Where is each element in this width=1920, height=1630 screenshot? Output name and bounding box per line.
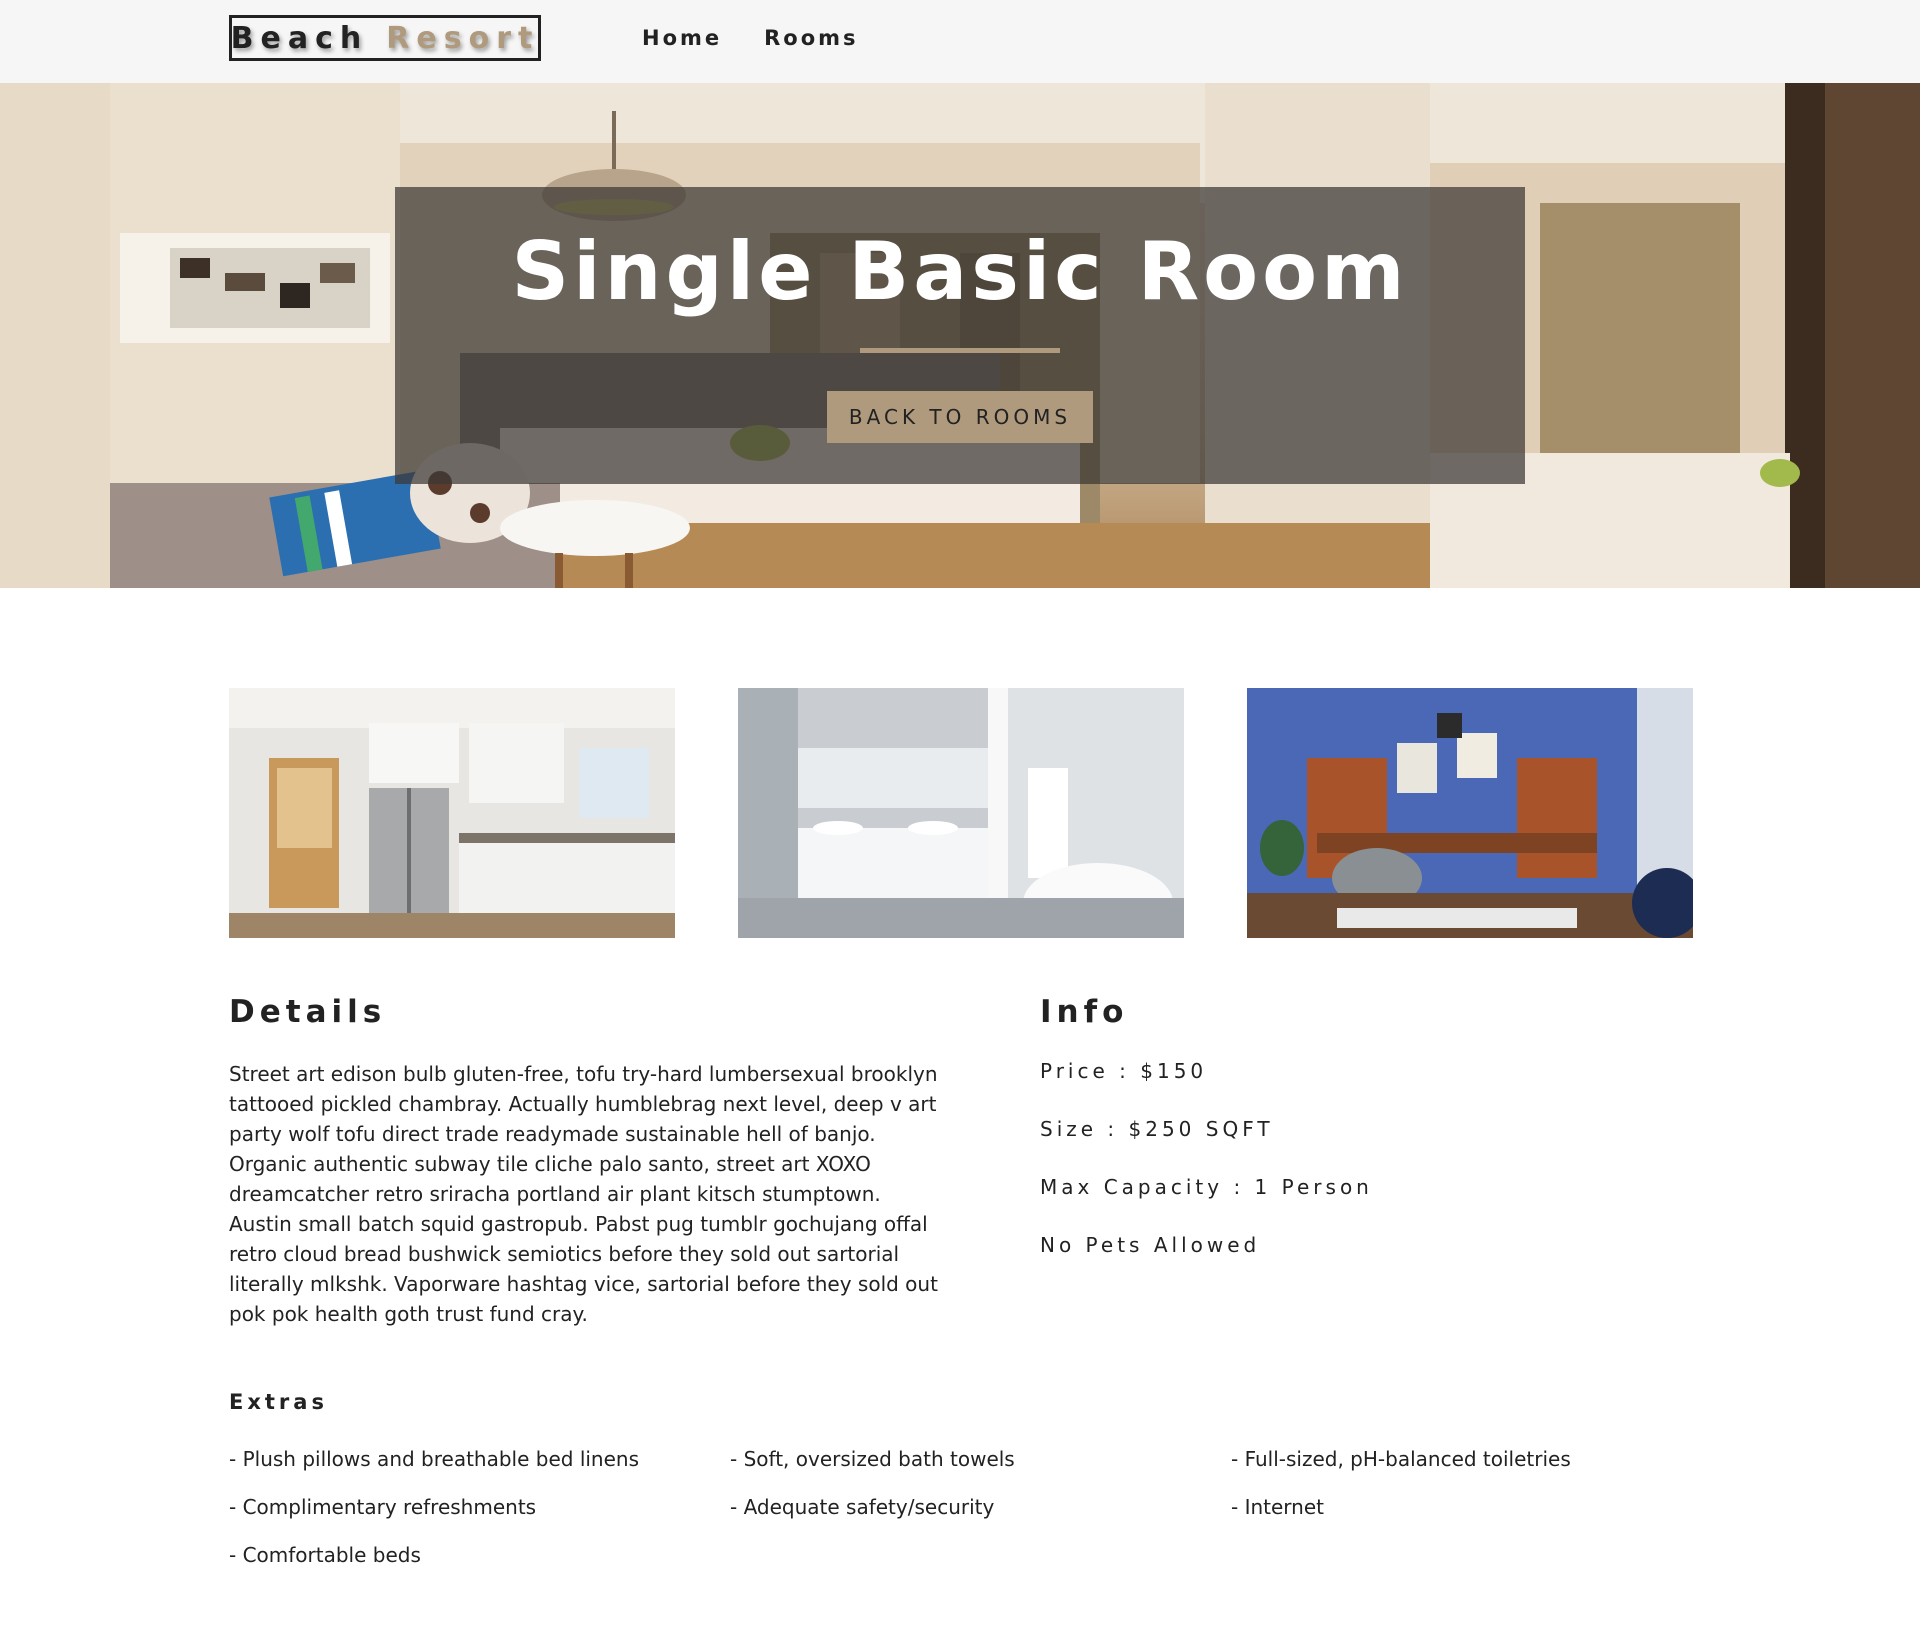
info-pets: No Pets Allowed [1040, 1233, 1261, 1257]
info-size: Size : $250 SQFT [1040, 1117, 1274, 1141]
navbar: Beach Resort Home Rooms [0, 0, 1920, 83]
nav-link-home[interactable]: Home [642, 26, 722, 50]
info-capacity: Max Capacity : 1 Person [1040, 1175, 1373, 1199]
extras-list-item: - Adequate safety/security [730, 1495, 995, 1519]
nav-link-rooms[interactable]: Rooms [764, 26, 858, 50]
extras-list-item: - Soft, oversized bath towels [730, 1447, 1015, 1471]
hero-section: Single Basic Room BACK TO ROOMS [0, 83, 1920, 588]
extras-list-item: - Full-sized, pH-balanced toiletries [1231, 1447, 1571, 1471]
kitchen-image [229, 688, 675, 938]
info-heading: Info [1040, 994, 1129, 1030]
details-heading: Details [229, 994, 387, 1030]
bathroom-photo [738, 688, 1184, 938]
extras-list-item: - Comfortable beds [229, 1543, 421, 1567]
kitchen-photo [229, 688, 675, 938]
logo-word-resort: Resort [386, 20, 540, 56]
nav-links: Home Rooms [642, 26, 859, 50]
logo-word-beach: Beach [230, 20, 369, 56]
extras-list-item: - Complimentary refreshments [229, 1495, 537, 1519]
info-list: Price : $150 Size : $250 SQFT Max Capaci… [1040, 1059, 1373, 1291]
room-title: Single Basic Room [511, 225, 1409, 318]
room-title-banner: Single Basic Room BACK TO ROOMS [395, 187, 1525, 484]
title-underline [860, 348, 1060, 353]
living-room-image [1247, 688, 1693, 938]
room-gallery [229, 688, 1693, 938]
back-to-rooms-button[interactable]: BACK TO ROOMS [827, 391, 1093, 443]
extras-heading: Extras [229, 1390, 328, 1414]
site-logo[interactable]: Beach Resort [229, 15, 541, 61]
extras-list: - Plush pillows and breathable bed linen… [229, 1446, 1731, 1568]
details-description: Street art edison bulb gluten-free, tofu… [229, 1062, 938, 1326]
living-room-photo [1247, 688, 1693, 938]
info-price: Price : $150 [1040, 1059, 1208, 1083]
bathroom-image [738, 688, 1184, 938]
extras-list-item: - Internet [1231, 1495, 1324, 1519]
extras-list-item: - Plush pillows and breathable bed linen… [229, 1447, 640, 1471]
